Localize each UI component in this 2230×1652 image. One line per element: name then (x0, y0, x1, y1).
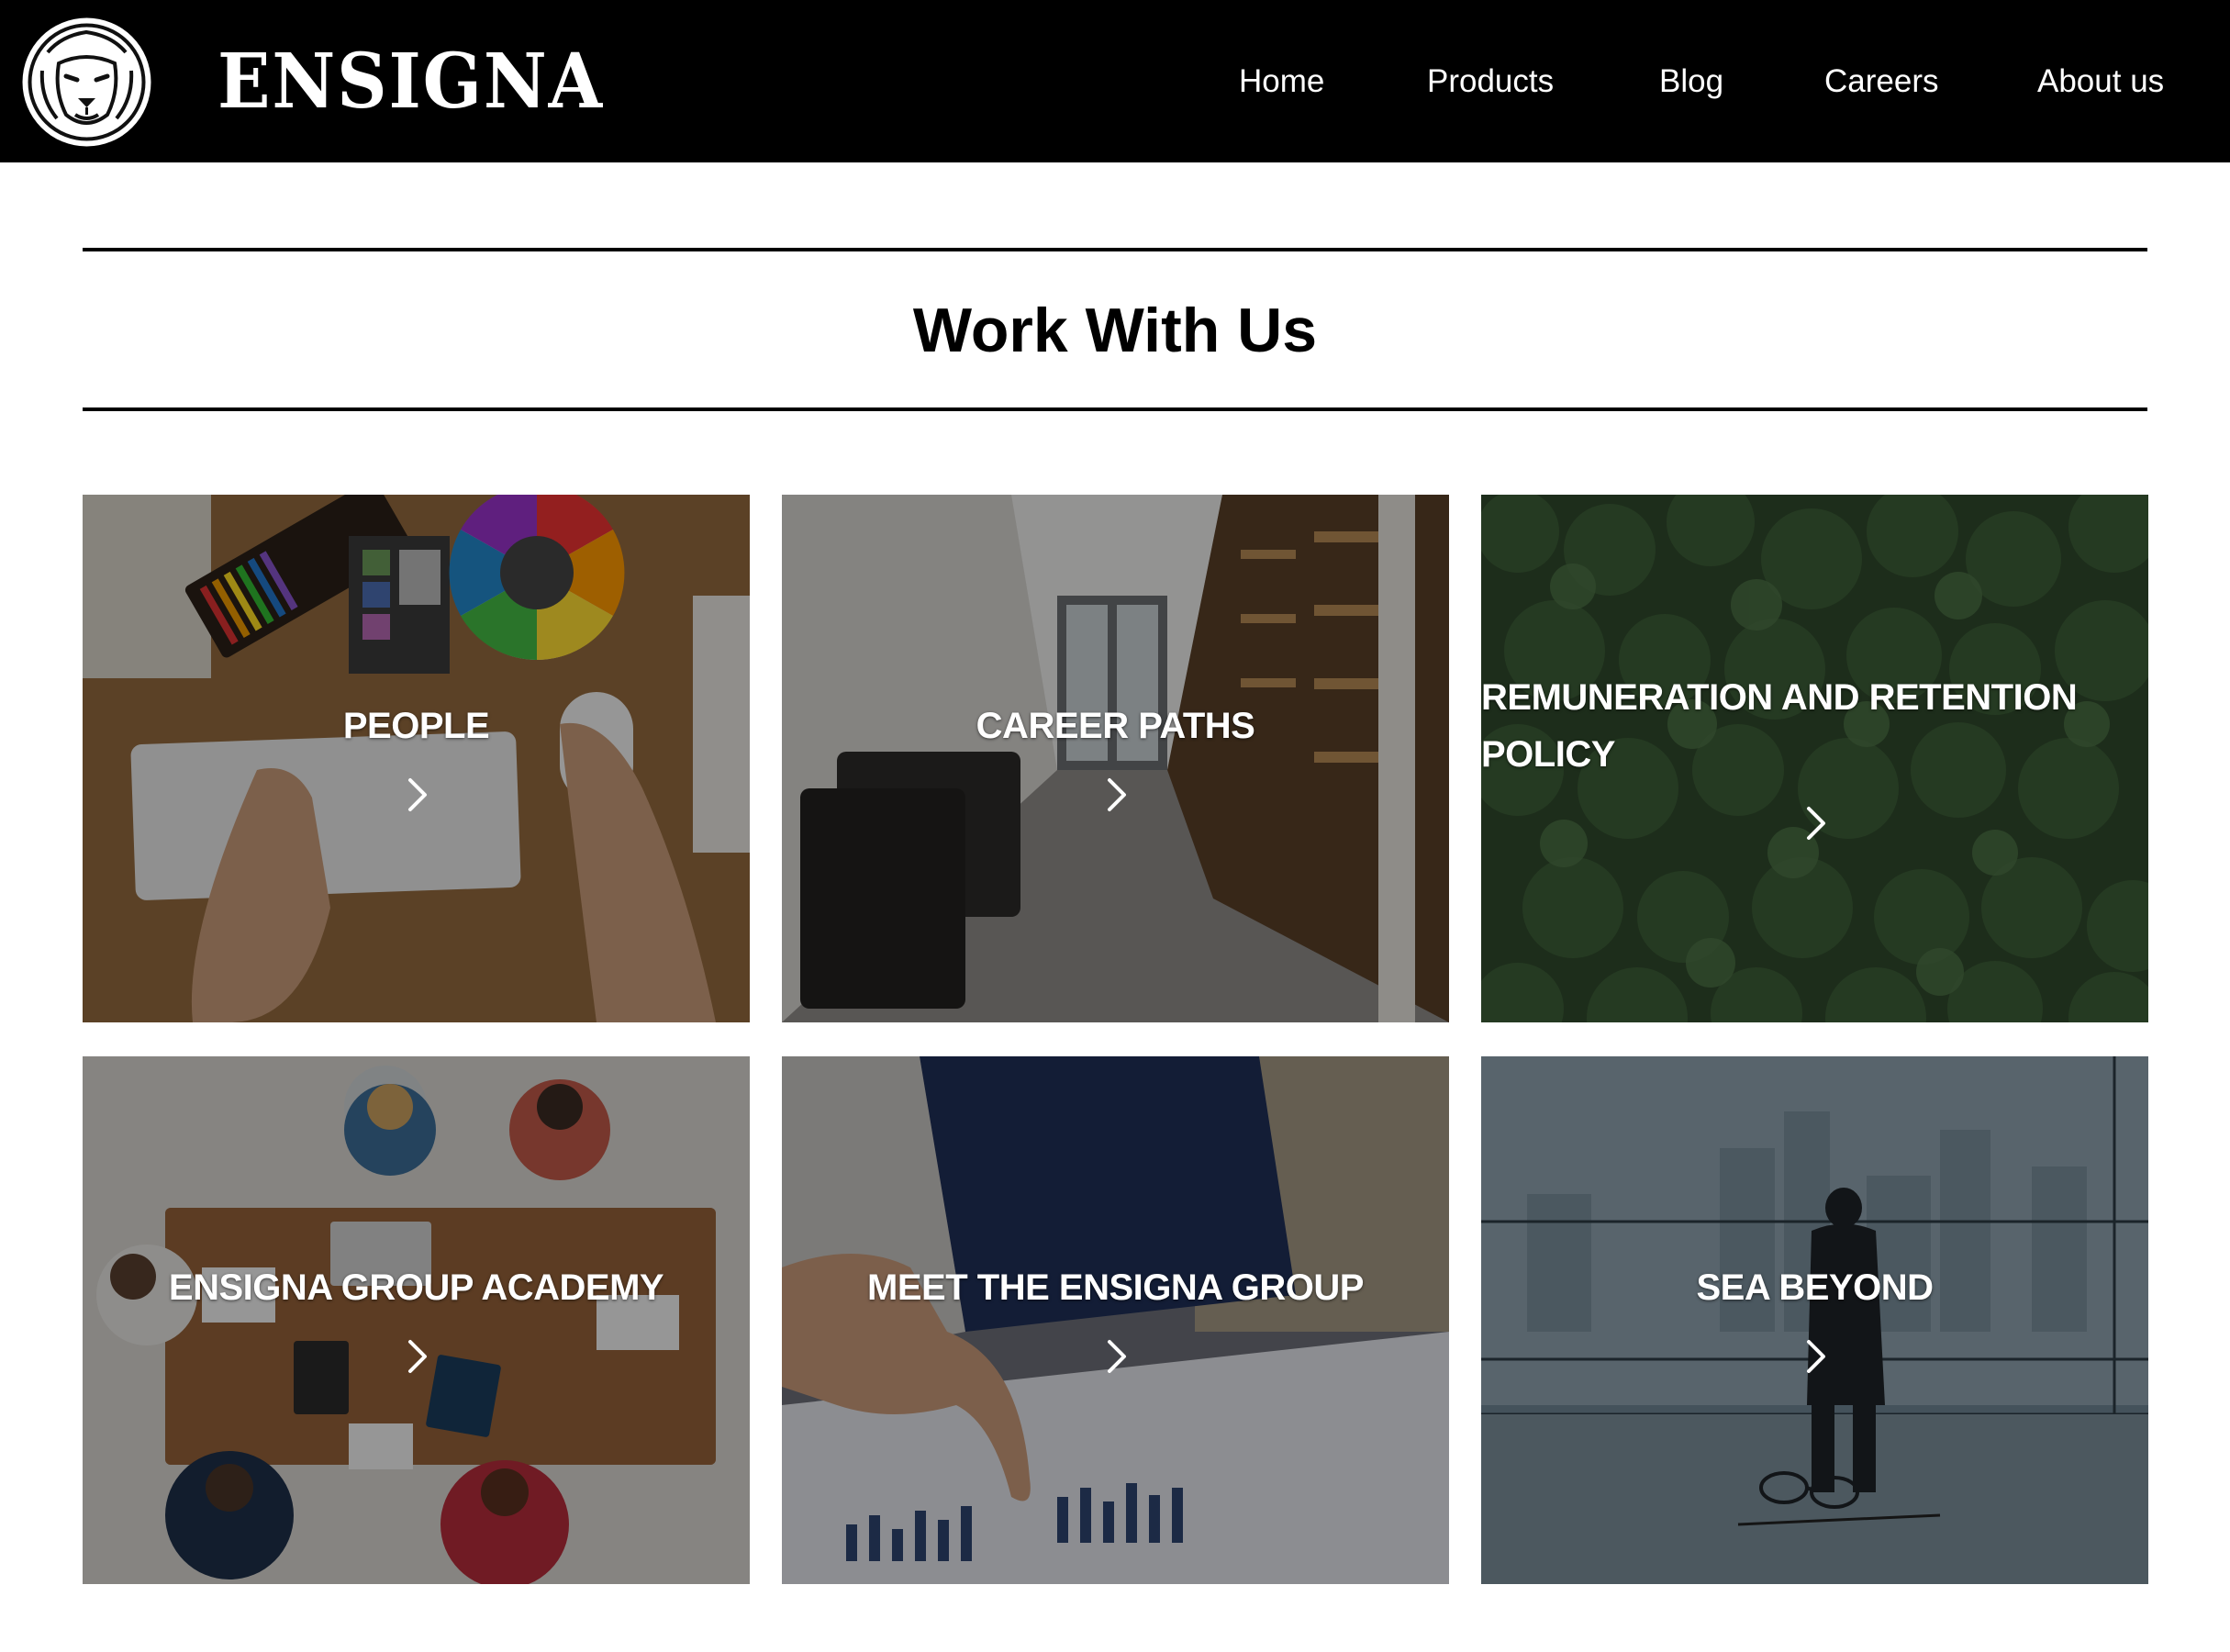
chevron-right-icon[interactable] (1098, 1338, 1134, 1375)
title-bottom-divider (83, 407, 2147, 411)
card-dark-overlay (782, 1056, 1449, 1584)
card-meet-the-ensigna-group[interactable]: MEET THE ENSIGNA GROUP (782, 1056, 1449, 1584)
title-top-divider (83, 248, 2147, 251)
card-dark-overlay (83, 495, 750, 1022)
card-label: PEOPLE (342, 706, 490, 746)
chevron-right-icon[interactable] (398, 1338, 435, 1375)
card-ensigna-group-academy[interactable]: ENSIGNA GROUP ACADEMY (83, 1056, 750, 1584)
top-navigation-bar: ENSIGNA Home Products Blog Careers About… (0, 0, 2230, 162)
chevron-right-icon[interactable] (1098, 776, 1134, 813)
card-label: ENSIGNA GROUP ACADEMY (168, 1267, 664, 1308)
chevron-right-icon[interactable] (398, 776, 435, 813)
lion-head-icon[interactable] (20, 16, 153, 149)
page-title: Work With Us (912, 296, 1318, 365)
card-dark-overlay (782, 495, 1449, 1022)
card-dark-overlay (1481, 1056, 2148, 1584)
brand-wordmark[interactable]: ENSIGNA (217, 31, 604, 132)
nav-about-us[interactable]: About us (2037, 55, 2164, 108)
card-label: SEA BEYOND (1696, 1267, 1934, 1308)
card-dark-overlay (83, 1056, 750, 1584)
card-sea-beyond[interactable]: SEA BEYOND (1481, 1056, 2148, 1584)
card-people[interactable]: PEOPLE (83, 495, 750, 1022)
card-label: MEET THE ENSIGNA GROUP (867, 1267, 1364, 1308)
card-career-paths[interactable]: CAREER PATHS (782, 495, 1449, 1022)
nav-careers[interactable]: Careers (1824, 55, 1938, 108)
card-remuneration-retention-policy[interactable]: REMUNERATION AND RETENTION POLICY (1481, 495, 2148, 1022)
nav-products[interactable]: Products (1427, 55, 1554, 108)
card-label: REMUNERATION AND RETENTION POLICY (1481, 677, 2078, 775)
chevron-right-icon[interactable] (1797, 1338, 1834, 1375)
nav-home[interactable]: Home (1239, 55, 1324, 108)
card-label: CAREER PATHS (976, 706, 1255, 746)
nav-blog[interactable]: Blog (1659, 55, 1723, 108)
chevron-right-icon[interactable] (1797, 805, 1834, 842)
